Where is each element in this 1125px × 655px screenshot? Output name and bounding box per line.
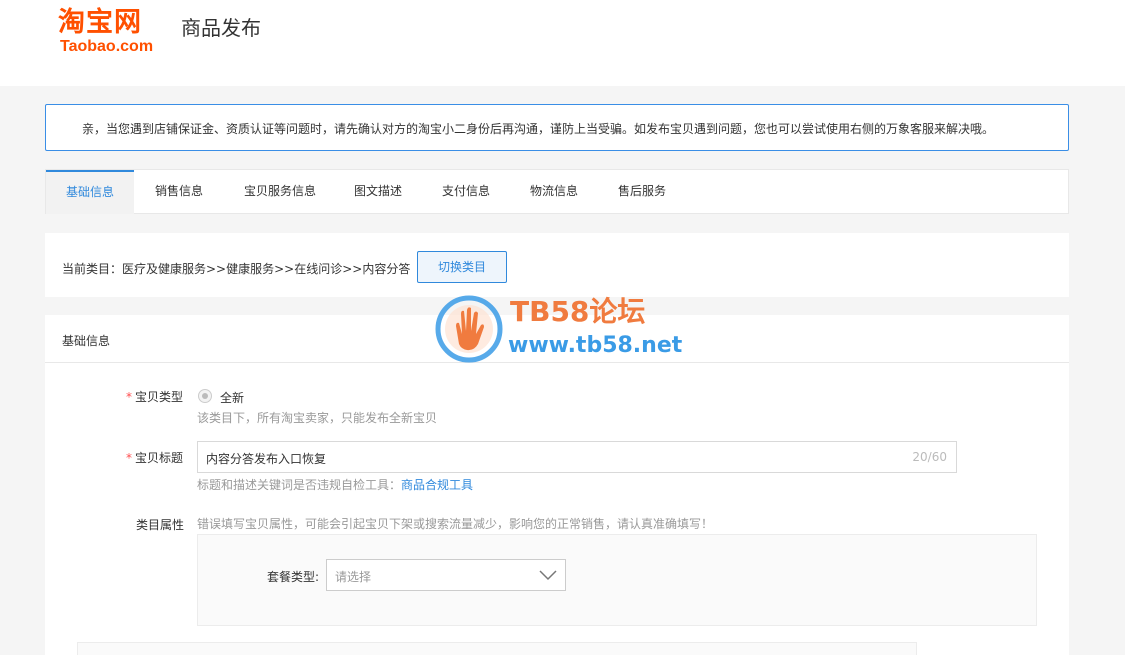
hand-logo-icon bbox=[435, 295, 503, 363]
required-mark: * bbox=[126, 390, 132, 404]
top-header: 淘宝网 Taobao.com 商品发布 bbox=[0, 0, 1125, 86]
basic-info-section: 基础信息 * 宝贝类型 全新 该类目下，所有淘宝卖家，只能发布全新宝贝 * 宝贝标题… bbox=[45, 315, 1069, 655]
switch-category-button[interactable]: 切换类目 bbox=[417, 251, 507, 283]
notice-text: 亲，当您遇到店铺保证金、资质认证等问题时，请先确认对方的淘宝小二身份后再沟通，谨… bbox=[82, 122, 995, 136]
tab-logistics-info[interactable]: 物流信息 bbox=[518, 170, 590, 214]
tab-description[interactable]: 图文描述 bbox=[342, 170, 414, 214]
category-card: 当前类目：医疗及健康服务>>健康服务>>在线问诊>>内容分答 切换类目 bbox=[45, 233, 1069, 297]
package-type-placeholder: 请选择 bbox=[335, 570, 372, 584]
current-category: 当前类目：医疗及健康服务>>健康服务>>在线问诊>>内容分答 bbox=[62, 262, 411, 276]
category-attr-help: 错误填写宝贝属性，可能会引起宝贝下架或搜索流量减少，影响您的正常销售，请认真准确… bbox=[197, 517, 714, 531]
category-attr-box: 套餐类型: 请选择 bbox=[197, 534, 1037, 626]
required-mark: * bbox=[126, 451, 132, 465]
package-type-select[interactable]: 请选择 bbox=[326, 559, 566, 591]
section-title: 基础信息 bbox=[62, 334, 111, 348]
watermark: TB58论坛 www.tb58.net bbox=[434, 294, 694, 364]
item-type-radio[interactable] bbox=[198, 389, 212, 403]
item-type-label-text: 宝贝类型 bbox=[135, 390, 184, 404]
logo-text-en: Taobao.com bbox=[60, 38, 154, 55]
category-attr-label: 类目属性 bbox=[136, 518, 185, 532]
item-title-char-count: 20/60 bbox=[912, 450, 947, 464]
item-type-option-label[interactable]: 全新 bbox=[220, 389, 244, 406]
radio-dot bbox=[202, 393, 208, 399]
item-title-label: * 宝贝标题 bbox=[126, 449, 183, 466]
page-title: 商品发布 bbox=[181, 16, 261, 40]
package-type-label: 套餐类型: bbox=[267, 570, 320, 584]
item-type-help: 该类目下，所有淘宝卖家，只能发布全新宝贝 bbox=[197, 411, 438, 425]
chevron-down-icon bbox=[539, 570, 557, 581]
item-title-value: 内容分答发布入口恢复 bbox=[206, 452, 327, 466]
item-title-label-text: 宝贝标题 bbox=[135, 451, 184, 465]
item-title-help: 标题和描述关键词是否违规自检工具：商品合规工具 bbox=[197, 476, 473, 493]
next-section-box bbox=[77, 642, 917, 655]
taobao-logo[interactable]: 淘宝网 Taobao.com bbox=[58, 6, 173, 56]
tab-payment-info[interactable]: 支付信息 bbox=[430, 170, 502, 214]
tab-sales-info[interactable]: 销售信息 bbox=[140, 170, 218, 214]
tab-after-sales[interactable]: 售后服务 bbox=[606, 170, 678, 214]
watermark-url: www.tb58.net bbox=[508, 333, 683, 358]
tab-bar: 基础信息 销售信息 宝贝服务信息 图文描述 支付信息 物流信息 售后服务 bbox=[45, 169, 1069, 214]
item-title-input[interactable]: 内容分答发布入口恢复 20/60 bbox=[197, 441, 957, 473]
notice-banner: 亲，当您遇到店铺保证金、资质认证等问题时，请先确认对方的淘宝小二身份后再沟通，谨… bbox=[45, 104, 1069, 151]
watermark-title: TB58论坛 bbox=[510, 295, 646, 328]
compliance-tool-link[interactable]: 商品合规工具 bbox=[401, 478, 473, 492]
item-type-label: * 宝贝类型 bbox=[126, 388, 183, 405]
tab-service-info[interactable]: 宝贝服务信息 bbox=[230, 170, 330, 214]
tab-basic-info[interactable]: 基础信息 bbox=[46, 170, 134, 214]
item-title-help-text: 标题和描述关键词是否违规自检工具： bbox=[197, 478, 402, 492]
logo-text-cn: 淘宝网 bbox=[58, 7, 142, 38]
